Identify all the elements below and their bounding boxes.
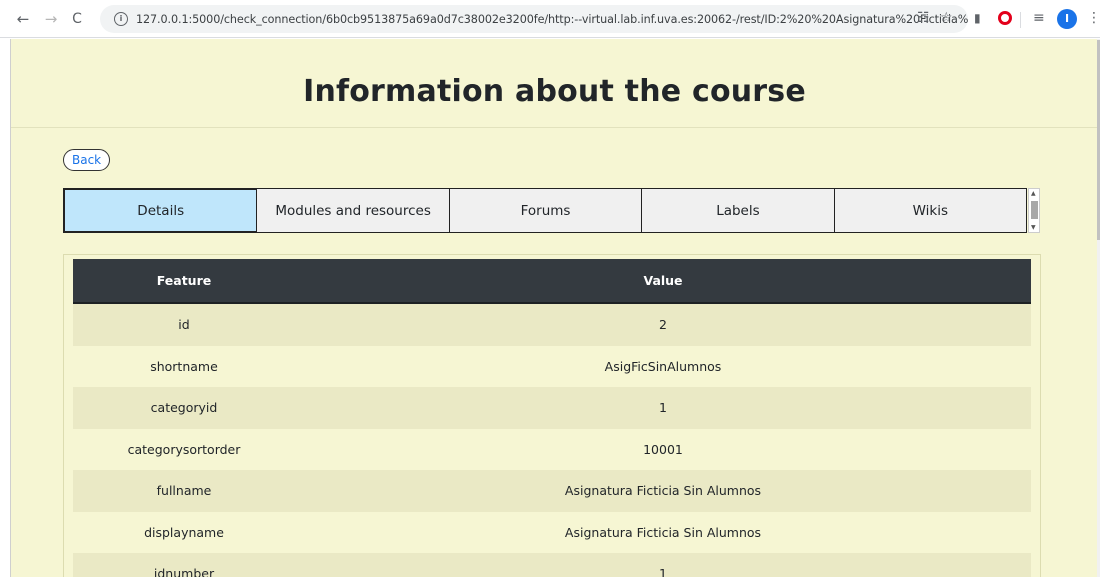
table-row: displayname Asignatura Ficticia Sin Alum…	[73, 511, 1031, 553]
back-button[interactable]: Back	[63, 149, 111, 171]
reload-icon[interactable]: C	[66, 8, 88, 30]
details-table: Feature Value id 2 shortname AsigFicSinA…	[73, 259, 1031, 577]
details-table-container: Feature Value id 2 shortname AsigFicSinA…	[63, 254, 1041, 577]
shield-extension-icon[interactable]: ▮	[974, 11, 981, 25]
reading-list-icon[interactable]: ≡	[1033, 10, 1045, 26]
feature-cell: fullname	[73, 470, 295, 512]
value-cell: 1	[295, 553, 1031, 577]
translate-icon[interactable]: ☷	[917, 10, 930, 26]
column-header-feature: Feature	[73, 259, 295, 304]
forward-arrow-icon[interactable]: →	[40, 8, 62, 30]
feature-cell: categorysortorder	[73, 428, 295, 470]
table-row: fullname Asignatura Ficticia Sin Alumnos	[73, 470, 1031, 512]
toolbar-divider	[1020, 12, 1021, 28]
value-cell: Asignatura Ficticia Sin Alumnos	[295, 511, 1031, 553]
value-cell: 2	[295, 303, 1031, 346]
page-title: Information about the course	[303, 74, 806, 109]
table-row: categoryid 1	[73, 387, 1031, 429]
feature-cell: categoryid	[73, 387, 295, 429]
feature-cell: id	[73, 303, 295, 346]
scroll-thumb[interactable]	[1031, 201, 1038, 219]
profile-avatar[interactable]: I	[1057, 9, 1077, 29]
tab-wikis[interactable]: Wikis	[834, 189, 1027, 232]
tab-details[interactable]: Details	[64, 189, 258, 232]
tab-bar: Details Modules and resources Forums Lab…	[63, 188, 1027, 233]
address-bar[interactable]: i 127.0.0.1:5000/check_connection/6b0cb9…	[100, 5, 968, 33]
table-row: idnumber 1	[73, 553, 1031, 577]
tab-labels[interactable]: Labels	[642, 189, 835, 232]
back-arrow-icon[interactable]: ←	[12, 8, 34, 30]
scroll-down-icon[interactable]: ▼	[1031, 224, 1036, 231]
feature-cell: displayname	[73, 511, 295, 553]
feature-cell: idnumber	[73, 553, 295, 577]
value-cell: Asignatura Ficticia Sin Alumnos	[295, 470, 1031, 512]
url-text[interactable]: 127.0.0.1:5000/check_connection/6b0cb951…	[136, 13, 968, 26]
info-icon[interactable]: i	[114, 12, 128, 26]
feature-cell: shortname	[73, 345, 295, 387]
table-row: categorysortorder 10001	[73, 428, 1031, 470]
table-row: shortname AsigFicSinAlumnos	[73, 345, 1031, 387]
tab-forums[interactable]: Forums	[449, 189, 643, 232]
value-cell: 1	[295, 387, 1031, 429]
tab-bar-scrollbar[interactable]: ▲ ▼	[1028, 188, 1040, 233]
column-header-value: Value	[295, 259, 1031, 304]
scroll-up-icon[interactable]: ▲	[1031, 190, 1036, 197]
value-cell: AsigFicSinAlumnos	[295, 345, 1031, 387]
opera-icon[interactable]	[998, 11, 1012, 25]
menu-kebab-icon[interactable]: ⋮	[1087, 10, 1100, 26]
tab-modules-and-resources[interactable]: Modules and resources	[257, 189, 450, 232]
table-header-row: Feature Value	[73, 259, 1031, 304]
star-icon[interactable]: ☆	[940, 10, 953, 26]
browser-toolbar: ← → C i 127.0.0.1:5000/check_connection/…	[0, 0, 1100, 38]
page-header: Information about the course	[11, 39, 1098, 128]
value-cell: 10001	[295, 428, 1031, 470]
page-viewport: Information about the course Back Detail…	[10, 39, 1098, 577]
table-row: id 2	[73, 303, 1031, 346]
